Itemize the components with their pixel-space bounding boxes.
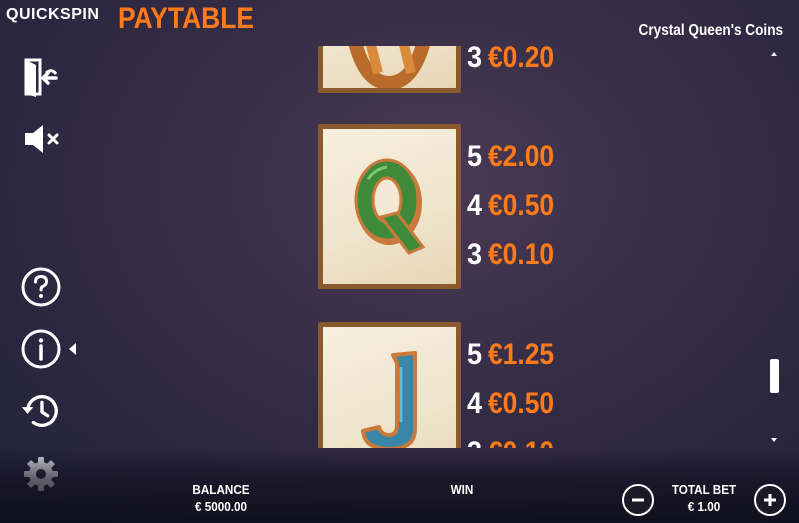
balance-value: € 5000.00 bbox=[194, 499, 248, 514]
paytable-list[interactable]: 3 €0.20 5 €2.00 4 €0.50 3 €0.10 5 €1.25 … bbox=[300, 46, 760, 448]
symbol-card bbox=[318, 124, 461, 289]
scroll-up-arrow-icon[interactable] bbox=[771, 52, 777, 56]
paytable-row-j: 5 €1.25 4 €0.50 3 €0.10 bbox=[300, 322, 760, 448]
pay-amount: €0.50 bbox=[488, 188, 555, 222]
pay-amount: €0.20 bbox=[488, 46, 555, 74]
increase-bet-button[interactable] bbox=[754, 484, 786, 516]
page-title: PAYTABLE bbox=[118, 2, 254, 35]
brand-logo: QUICKSPIN bbox=[6, 6, 100, 23]
pay-amount: €1.25 bbox=[488, 337, 555, 371]
pay-count: 3 bbox=[467, 436, 485, 449]
sound-toggle-button[interactable] bbox=[20, 118, 62, 160]
history-icon bbox=[21, 395, 58, 427]
k-symbol-icon bbox=[348, 46, 430, 88]
scrollbar[interactable] bbox=[767, 46, 781, 448]
help-button[interactable] bbox=[20, 266, 62, 308]
scroll-thumb[interactable] bbox=[770, 359, 779, 393]
pay-count: 5 bbox=[467, 139, 483, 173]
paytable-row-k: 3 €0.20 bbox=[300, 46, 760, 93]
total-bet-value: € 1.00 bbox=[687, 499, 721, 514]
pay-line: 3 €0.10 bbox=[466, 428, 563, 449]
pay-line: 4 €0.50 bbox=[466, 379, 563, 428]
pay-line: 4 €0.50 bbox=[466, 181, 563, 230]
win-label: WIN bbox=[450, 482, 474, 497]
help-icon bbox=[21, 267, 61, 307]
exit-icon bbox=[24, 58, 58, 97]
pay-list: 5 €1.25 4 €0.50 3 €0.10 bbox=[466, 330, 563, 449]
pay-amount: €0.10 bbox=[488, 237, 555, 271]
pay-line: 5 €1.25 bbox=[466, 330, 563, 379]
pay-amount: €0.10 bbox=[488, 436, 554, 449]
symbol-card bbox=[318, 322, 461, 448]
total-bet-display: TOTAL BET € 1.00 bbox=[666, 482, 742, 514]
pay-count: 5 bbox=[467, 337, 483, 371]
exit-button[interactable] bbox=[20, 56, 62, 98]
minus-icon bbox=[632, 498, 644, 502]
paytable-row-q: 5 €2.00 4 €0.50 3 €0.10 bbox=[300, 124, 760, 289]
history-button[interactable] bbox=[20, 390, 62, 432]
pay-line: 3 €0.20 bbox=[466, 46, 563, 82]
pay-list: 5 €2.00 4 €0.50 3 €0.10 bbox=[466, 132, 563, 279]
pay-count: 4 bbox=[467, 386, 483, 420]
total-bet-label: TOTAL BET bbox=[671, 482, 737, 497]
j-symbol-icon bbox=[361, 351, 417, 448]
pay-line: 5 €2.00 bbox=[466, 132, 563, 181]
symbol-card bbox=[318, 46, 461, 93]
pay-line: 3 €0.10 bbox=[466, 230, 563, 279]
info-button[interactable] bbox=[20, 328, 80, 370]
decrease-bet-button[interactable] bbox=[622, 484, 654, 516]
pay-amount: €0.50 bbox=[488, 386, 555, 420]
balance-label: BALANCE bbox=[192, 482, 250, 497]
pay-count: 3 bbox=[467, 46, 483, 74]
sound-muted-icon bbox=[25, 125, 59, 153]
pay-amount: €2.00 bbox=[488, 139, 555, 173]
pay-count: 4 bbox=[467, 188, 483, 222]
balance-display: BALANCE € 5000.00 bbox=[181, 482, 261, 514]
pay-list: 3 €0.20 bbox=[466, 46, 563, 82]
win-display: WIN bbox=[432, 482, 492, 497]
game-name: Crystal Queen's Coins bbox=[638, 22, 783, 39]
info-icon bbox=[21, 329, 76, 369]
q-symbol-icon bbox=[354, 158, 426, 255]
pay-count: 3 bbox=[467, 237, 483, 271]
scroll-down-arrow-icon[interactable] bbox=[771, 438, 777, 442]
plus-icon bbox=[764, 494, 776, 506]
